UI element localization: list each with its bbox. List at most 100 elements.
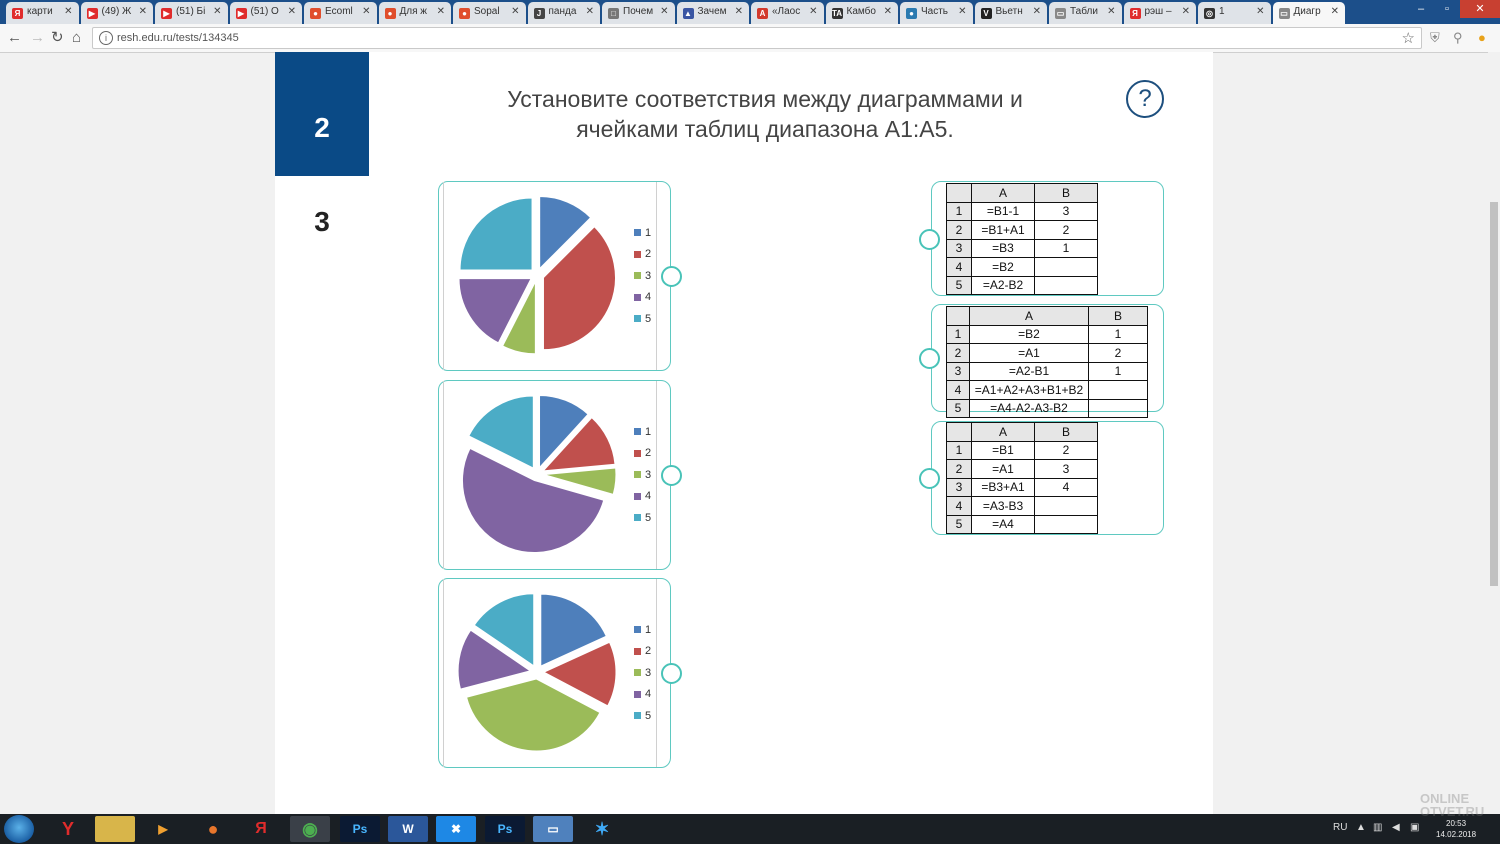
tab-close-icon[interactable]: ✕ <box>586 6 594 17</box>
yandex-icon[interactable]: Я <box>241 816 281 842</box>
browser-tab[interactable]: Якарти ✕ <box>6 2 79 24</box>
tray-arrow-icon[interactable]: ▲ <box>1356 822 1366 833</box>
chart-card-3[interactable]: 1 2 3 4 5 <box>438 578 671 768</box>
table-card-1[interactable]: A B 1 =B1-1 3 2 =B1+A1 2 3 =B3 1 4 =B2 5 =A2-B2 <box>931 181 1164 296</box>
file-explorer-icon[interactable] <box>95 816 135 842</box>
word-icon[interactable]: W <box>388 816 428 842</box>
photoshop-2-icon[interactable]: Ps <box>485 816 525 842</box>
close-window-icon[interactable]: ✕ <box>1460 0 1500 18</box>
tab-close-icon[interactable]: ✕ <box>660 6 668 17</box>
app-x-icon[interactable]: ✖ <box>436 816 476 842</box>
tab-close-icon[interactable]: ✕ <box>1107 6 1115 17</box>
browser-tab[interactable]: ● Для ж ✕ <box>378 2 451 24</box>
reload-icon[interactable]: ↻ <box>51 28 64 48</box>
table-card-3[interactable]: A B 1 =B1 2 2 =A1 3 3 =B3+A1 4 4 =A3-B3 5 =A4 <box>931 421 1164 535</box>
table-row: 5 =A4 <box>946 514 1098 534</box>
photoshop-icon[interactable]: Ps <box>340 816 380 842</box>
tab-label: Вьетн <box>995 6 1023 17</box>
question-title-line: Установите соответствия между диаграммам… <box>507 86 1023 112</box>
info-icon[interactable]: i <box>99 31 113 45</box>
browser-tab[interactable]: V Вьетн ✕ <box>974 2 1047 24</box>
page-scrollbar[interactable] <box>1488 52 1500 814</box>
tab-close-icon[interactable]: ✕ <box>437 6 445 17</box>
chart-3-connector[interactable] <box>661 663 682 684</box>
tab-label: Для ж <box>399 6 428 17</box>
tab-close-icon[interactable]: ✕ <box>884 6 892 17</box>
extension-coin-icon[interactable]: ● <box>1478 30 1486 45</box>
chart-card-1[interactable]: 1 2 3 4 5 <box>438 181 671 371</box>
forward-icon[interactable]: → <box>30 28 45 48</box>
url-text[interactable]: resh.edu.ru/tests/134345 <box>117 32 239 44</box>
browser-tab[interactable]: Jпанда ✕ <box>527 2 600 24</box>
tab-close-icon[interactable]: ✕ <box>64 6 72 17</box>
tab-close-icon[interactable]: ✕ <box>1033 6 1041 17</box>
browser-tab[interactable]: □ Почем ✕ <box>602 2 675 24</box>
tab-favicon-icon: ▭ <box>1278 8 1290 19</box>
clock[interactable]: 20:53 14.02.2018 <box>1436 818 1476 840</box>
tab-close-icon[interactable]: ✕ <box>511 6 519 17</box>
row-number-cell: 2 <box>946 343 970 363</box>
legend-swatch <box>634 690 641 698</box>
chart-1-connector[interactable] <box>661 266 682 287</box>
chrome-icon[interactable]: ◉ <box>290 816 330 842</box>
chart-2-connector[interactable] <box>661 465 682 486</box>
browser-tab[interactable]: ▭ Табли ✕ <box>1049 2 1122 24</box>
minimize-icon[interactable]: ‒ <box>1408 0 1434 18</box>
browser-tab[interactable]: Ярэш – ✕ <box>1123 2 1196 24</box>
address-bar[interactable]: i resh.edu.ru/tests/134345 ☆ <box>92 27 1422 49</box>
browser-tab[interactable]: ● Ecoml ✕ <box>304 2 377 24</box>
cell-b: 3 <box>1034 459 1098 479</box>
volume-icon[interactable]: ◀ <box>1392 822 1400 833</box>
scrollbar-thumb[interactable] <box>1490 202 1498 586</box>
browser-tab[interactable]: ◎ 1 ✕ <box>1198 2 1271 24</box>
tab-close-icon[interactable]: ✕ <box>139 6 147 17</box>
chart-card-2[interactable]: 1 2 3 4 5 <box>438 380 671 570</box>
browser-tab[interactable]: ● Часть ✕ <box>900 2 973 24</box>
tab-close-icon[interactable]: ✕ <box>213 6 221 17</box>
table-2-connector[interactable] <box>919 348 940 369</box>
language-indicator[interactable]: RU <box>1333 822 1347 833</box>
browser-tab[interactable]: ▶ (51) О ✕ <box>229 2 302 24</box>
bookmark-star-icon[interactable]: ☆ <box>1402 29 1415 47</box>
tab-favicon-icon: ● <box>310 8 321 19</box>
table-1-connector[interactable] <box>919 229 940 250</box>
legend-swatch <box>634 712 641 720</box>
tab-close-icon[interactable]: ✕ <box>735 6 743 17</box>
network-icon[interactable]: ▥ <box>1373 822 1382 833</box>
tab-close-icon[interactable]: ✕ <box>958 6 966 17</box>
firefox-icon[interactable]: ● <box>193 816 233 842</box>
question-nav-item-3[interactable]: 3 <box>275 176 369 237</box>
browser-tab[interactable]: TA Камбо ✕ <box>825 2 898 24</box>
cell-a: =A1 <box>969 343 1089 363</box>
browser-tab[interactable]: ▲ Зачем ✕ <box>676 2 749 24</box>
cell-b: 1 <box>1088 361 1148 381</box>
browser-tab[interactable]: ▶ (49) Ж ✕ <box>80 2 153 24</box>
row-number-cell: 2 <box>946 459 972 479</box>
tab-close-icon[interactable]: ✕ <box>809 6 817 17</box>
star-app-icon[interactable]: ✶ <box>582 816 622 842</box>
maximize-icon[interactable]: ▫ <box>1434 0 1460 18</box>
tab-close-icon[interactable]: ✕ <box>1331 6 1339 17</box>
browser-tab[interactable]: ▶ (51) Бі ✕ <box>155 2 228 24</box>
tab-close-icon[interactable]: ✕ <box>362 6 370 17</box>
table-3-connector[interactable] <box>919 468 940 489</box>
home-icon[interactable]: ⌂ <box>72 28 81 48</box>
extension-key-icon[interactable]: ⚲ <box>1453 30 1463 46</box>
display-icon[interactable]: ▣ <box>1410 822 1419 833</box>
extension-shield-icon[interactable]: ⛨ <box>1430 30 1440 46</box>
browser-tab[interactable]: ▭ Диагр ✕ <box>1272 2 1345 24</box>
table-card-2[interactable]: A B 1 =B2 1 2 =A1 2 3 =A2-B1 1 4 =A1+A2+A3+B1+B2 5 =A4… <box>931 304 1164 418</box>
question-nav-item-2[interactable]: 2 <box>275 52 369 176</box>
tab-close-icon[interactable]: ✕ <box>1256 6 1264 17</box>
back-icon[interactable]: ← <box>7 28 22 48</box>
browser-tab[interactable]: ● Sopal ✕ <box>453 2 526 24</box>
tab-close-icon[interactable]: ✕ <box>288 6 296 17</box>
browser-tab[interactable]: A «Лаос ✕ <box>751 2 824 24</box>
help-icon[interactable]: ? <box>1126 80 1164 118</box>
media-player-icon[interactable]: ▶ <box>143 816 183 842</box>
yandex-browser-icon[interactable]: Y <box>48 816 88 842</box>
tab-close-icon[interactable]: ✕ <box>1182 6 1190 17</box>
row-number-cell: 1 <box>946 324 970 344</box>
image-viewer-icon[interactable]: ▭ <box>533 816 573 842</box>
start-button-icon[interactable] <box>4 815 34 843</box>
